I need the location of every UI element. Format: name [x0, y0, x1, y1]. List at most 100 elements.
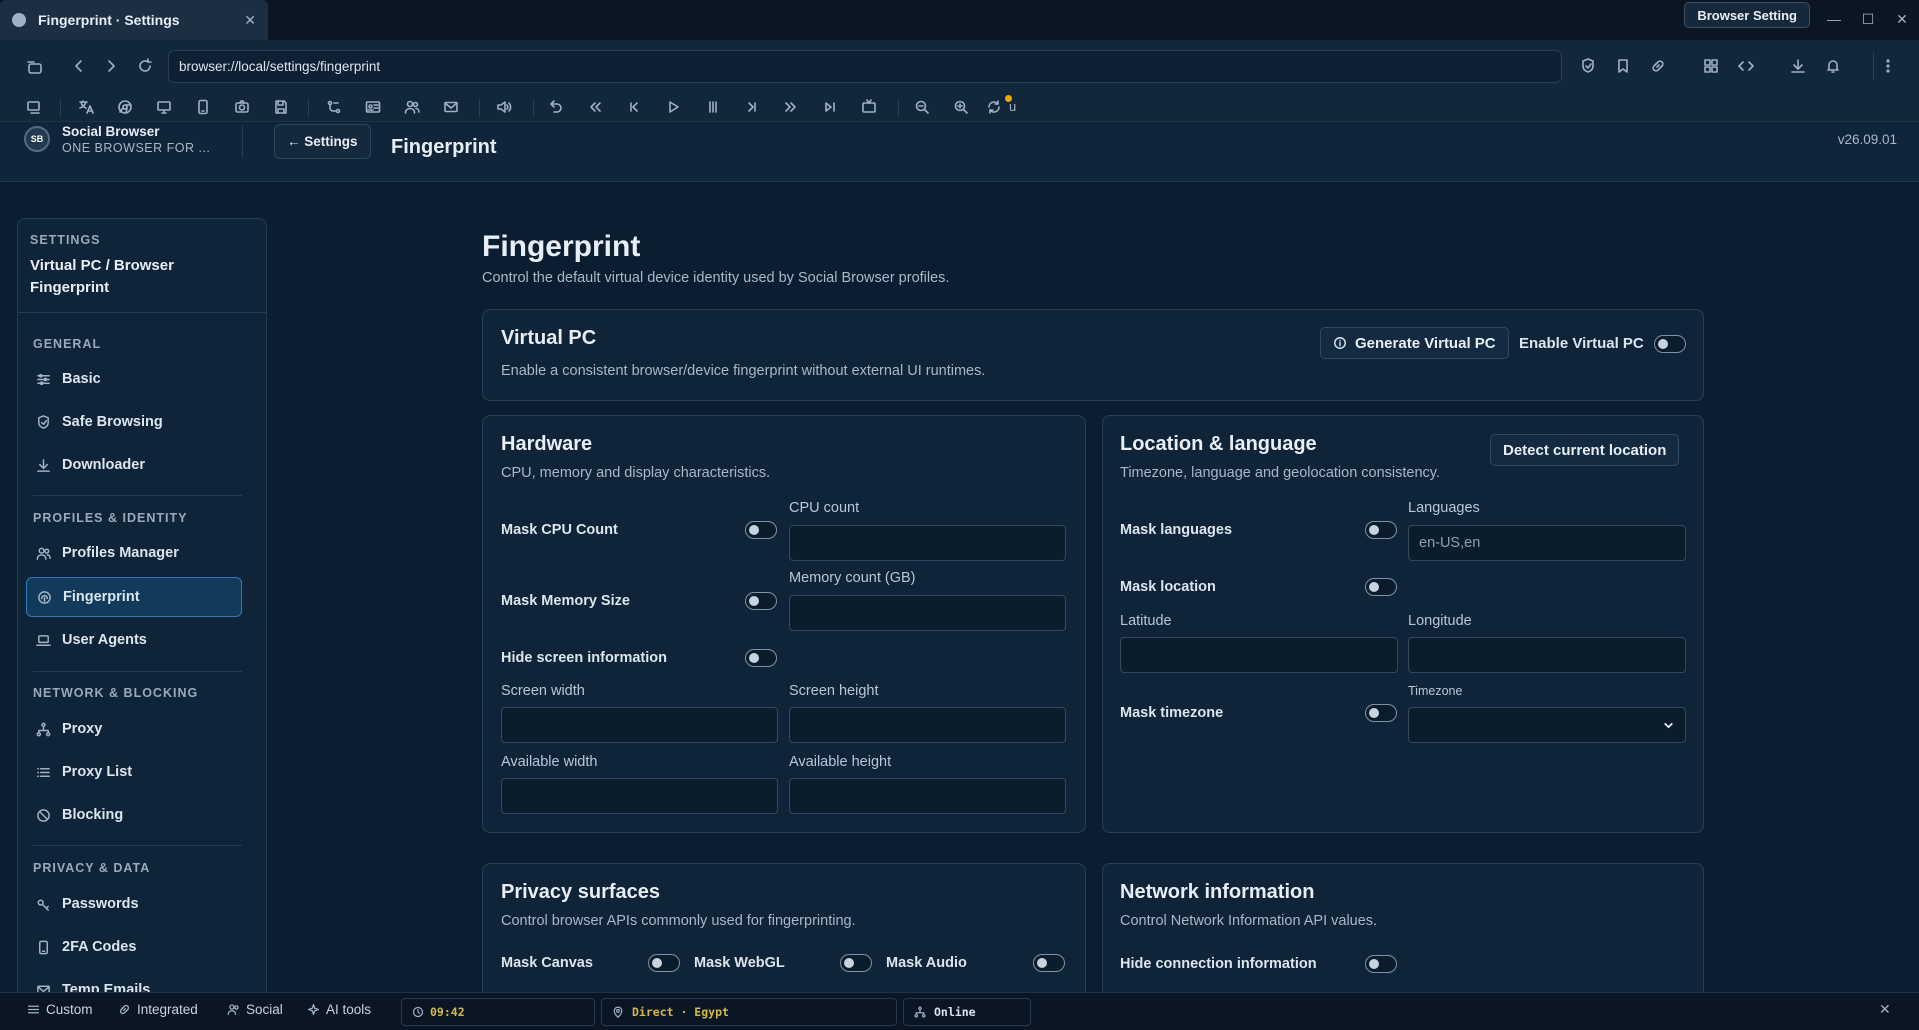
zoom-in-icon[interactable]	[953, 99, 971, 117]
back-icon[interactable]	[71, 58, 89, 76]
mask-audio-toggle[interactable]	[1033, 954, 1065, 972]
back-to-settings-button[interactable]: ← Settings	[274, 124, 371, 159]
generate-virtual-pc-button[interactable]: Generate Virtual PC	[1320, 327, 1509, 359]
mask-webgl-toggle[interactable]	[840, 954, 872, 972]
tab-favicon	[12, 13, 26, 27]
hide-connection-toggle[interactable]	[1365, 955, 1397, 973]
latitude-input[interactable]	[1120, 637, 1398, 673]
sidebar-item-blocking[interactable]: Blocking	[26, 795, 242, 835]
sidebar-item-basic[interactable]: Basic	[26, 359, 242, 399]
available-width-input[interactable]	[501, 778, 778, 814]
extensions-icon[interactable]	[1703, 58, 1721, 76]
sidebar-item-label: Temp Emails	[62, 982, 151, 992]
browser-setting-button[interactable]: Browser Setting	[1684, 2, 1810, 28]
tab-close-icon[interactable]: ✕	[244, 12, 256, 29]
status-integrated[interactable]: Integrated	[118, 1002, 198, 1017]
latitude-label: Latitude	[1120, 613, 1172, 629]
enable-virtual-pc-label: Enable Virtual PC	[1519, 335, 1644, 352]
sidebar-item-passwords[interactable]: Passwords	[26, 884, 242, 924]
mobile-icon[interactable]	[195, 99, 213, 117]
title-bar	[0, 0, 1919, 40]
screen-width-input[interactable]	[501, 707, 778, 743]
id-card-icon[interactable]	[365, 99, 383, 117]
mask-canvas-toggle[interactable]	[648, 954, 680, 972]
more-menu-icon[interactable]	[1880, 58, 1898, 76]
sidebar-item-label: User Agents	[62, 632, 147, 648]
status-close-icon[interactable]: ✕	[1879, 1001, 1891, 1018]
longitude-input[interactable]	[1408, 637, 1686, 673]
hide-screen-toggle[interactable]	[745, 649, 777, 667]
rewind-icon[interactable]	[587, 99, 605, 117]
mask-memory-toggle[interactable]	[745, 592, 777, 610]
sidebar-item-user-agents[interactable]: User Agents	[26, 620, 242, 660]
address-bar[interactable]: browser://local/settings/fingerprint	[168, 50, 1562, 83]
available-height-input[interactable]	[789, 778, 1066, 814]
info-icon	[1333, 336, 1347, 350]
camera-icon[interactable]	[234, 99, 252, 117]
pause-icon[interactable]	[705, 99, 723, 117]
timezone-select[interactable]	[1408, 707, 1686, 743]
shield-icon[interactable]	[1580, 58, 1598, 76]
undo-icon[interactable]	[548, 99, 566, 117]
languages-input[interactable]: en-US,en	[1408, 525, 1686, 561]
bookmark-icon[interactable]	[1615, 58, 1633, 76]
generate-virtual-pc-label: Generate Virtual PC	[1355, 334, 1496, 352]
code-icon[interactable]	[1738, 58, 1756, 76]
play-icon[interactable]	[665, 99, 683, 117]
status-ai-tools[interactable]: AI tools	[307, 1002, 371, 1017]
status-custom-label: Custom	[46, 1002, 93, 1017]
users-icon[interactable]	[404, 99, 422, 117]
memory-count-label: Memory count (GB)	[789, 570, 916, 586]
mask-location-toggle[interactable]	[1365, 578, 1397, 596]
share-icon[interactable]	[326, 99, 344, 117]
close-window-icon[interactable]: ✕	[1891, 8, 1913, 30]
link-icon[interactable]	[1650, 58, 1668, 76]
sidebar-item-proxy-list[interactable]: Proxy List	[26, 752, 242, 792]
volume-icon[interactable]	[496, 99, 514, 117]
enable-virtual-pc-toggle[interactable]	[1654, 335, 1686, 353]
step-forward-icon[interactable]	[744, 99, 762, 117]
save-icon[interactable]	[273, 99, 291, 117]
mask-audio-label: Mask Audio	[886, 955, 967, 971]
app-menu-icon[interactable]	[27, 60, 45, 78]
zoom-out-icon[interactable]	[914, 99, 932, 117]
status-social[interactable]: Social	[227, 1002, 283, 1017]
chrome-icon[interactable]	[117, 99, 135, 117]
sidebar-item-safe-browsing[interactable]: Safe Browsing	[26, 402, 242, 442]
sync-icon[interactable]	[986, 99, 1004, 117]
translate-icon[interactable]	[78, 99, 96, 117]
sidebar-item-label: Basic	[62, 371, 101, 387]
mask-languages-toggle[interactable]	[1365, 521, 1397, 539]
status-custom[interactable]: Custom	[27, 1002, 93, 1017]
detect-location-button[interactable]: Detect current location	[1490, 434, 1680, 466]
sidebar-item-fingerprint[interactable]: Fingerprint	[26, 577, 242, 617]
mask-timezone-toggle[interactable]	[1365, 704, 1397, 722]
screen-height-input[interactable]	[789, 707, 1066, 743]
fast-forward-icon[interactable]	[783, 99, 801, 117]
tv-icon[interactable]	[861, 99, 879, 117]
desktop-icon[interactable]	[156, 99, 174, 117]
sidebar-item-proxy[interactable]: Proxy	[26, 709, 242, 749]
minimize-icon[interactable]: —	[1823, 8, 1845, 30]
download-icon[interactable]	[1790, 58, 1808, 76]
step-back-icon[interactable]	[626, 99, 644, 117]
mask-cpu-toggle[interactable]	[745, 521, 777, 539]
header-divider	[242, 126, 243, 158]
memory-count-input[interactable]	[789, 595, 1066, 631]
sidebar-item-profiles-manager[interactable]: Profiles Manager	[26, 533, 242, 573]
skip-end-icon[interactable]	[822, 99, 840, 117]
mail-icon[interactable]	[443, 99, 461, 117]
forward-icon[interactable]	[103, 58, 121, 76]
user-initial-icon[interactable]: u	[1009, 99, 1016, 114]
reload-icon[interactable]	[137, 58, 155, 76]
window-icon[interactable]	[26, 99, 44, 117]
bell-icon[interactable]	[1825, 58, 1843, 76]
sidebar-item-2fa-codes[interactable]: 2FA Codes	[26, 927, 242, 967]
sidebar-divider	[17, 312, 267, 313]
sidebar-item-temp-emails[interactable]: Temp Emails	[26, 970, 242, 992]
browser-tab[interactable]: Fingerprint · Settings ✕	[0, 0, 268, 40]
maximize-icon[interactable]: ☐	[1857, 8, 1879, 30]
sidebar-item-downloader[interactable]: Downloader	[26, 445, 242, 485]
cpu-count-input[interactable]	[789, 525, 1066, 561]
virtual-pc-card	[482, 309, 1704, 401]
